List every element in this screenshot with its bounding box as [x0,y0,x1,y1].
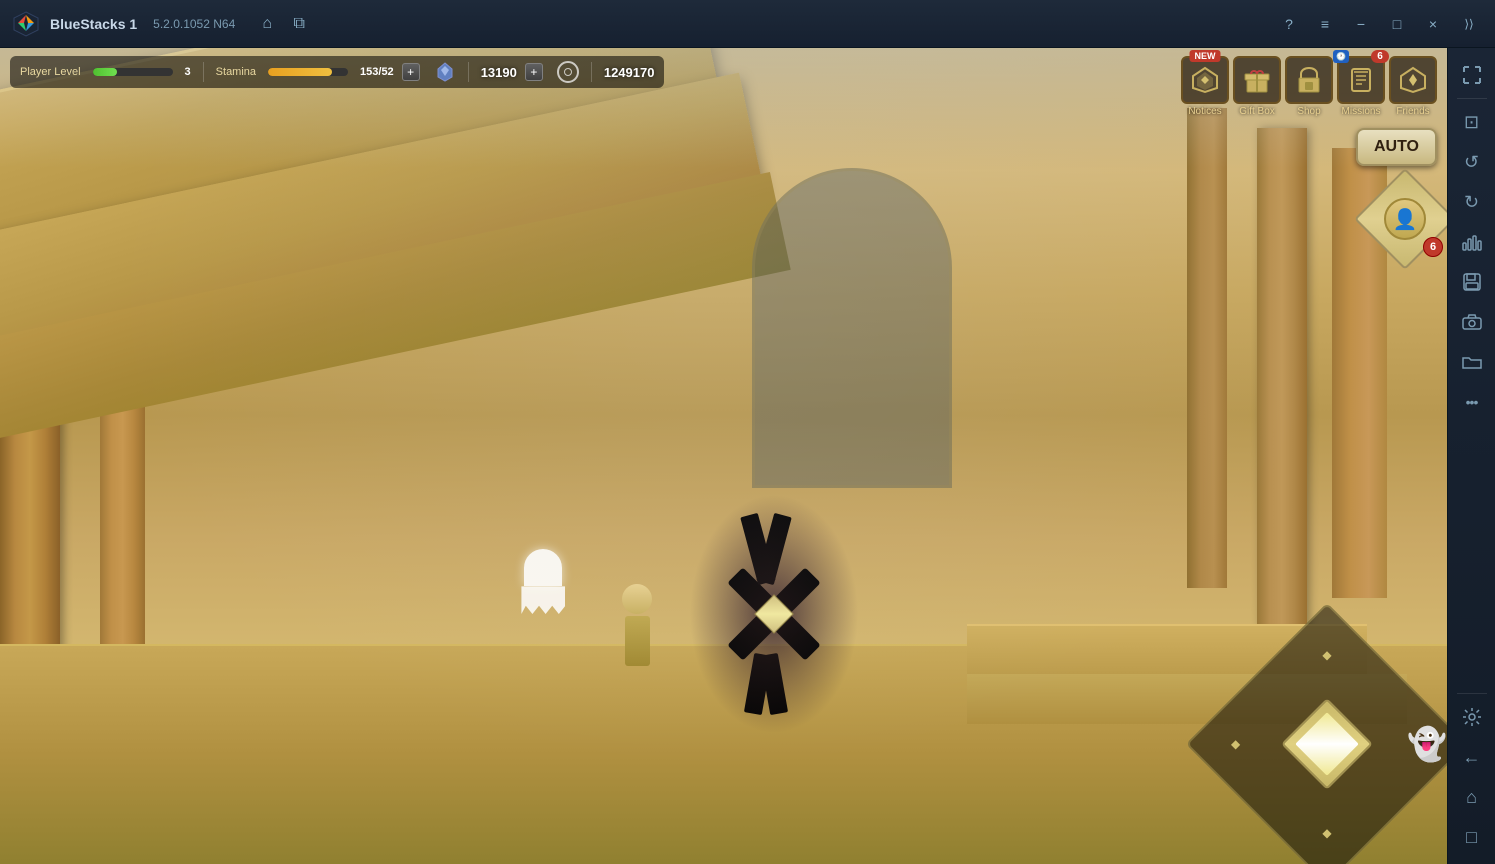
hud-top: Player Level 3 Stamina 153/52 + [0,48,1447,125]
notices-label: Notices [1188,106,1221,117]
camera-button[interactable] [1453,303,1491,341]
giftbox-button[interactable]: Gift Box [1233,56,1281,117]
stat-divider-3 [591,62,592,82]
notices-icon [1181,56,1229,104]
game-area[interactable]: Player Level 3 Stamina 153/52 + [0,48,1447,864]
recents-nav-button[interactable]: □ [1453,818,1491,856]
more-button[interactable]: ••• [1453,383,1491,421]
shop-label: Shop [1297,106,1320,117]
notices-button[interactable]: NEW Notices [1181,56,1229,117]
crystal-value: 13190 [481,65,517,80]
titlebar: BlueStacks 1 5.2.0.1052 N64 ⌂ ⧉ ? ≡ − □ … [0,0,1495,48]
crystal-icon [434,61,456,83]
controls-dpad: ◆ ◆ ◆ ◆ 👻 [1227,644,1427,844]
missions-icon [1337,56,1385,104]
friends-icon [1389,56,1437,104]
fullscreen-button[interactable] [1453,56,1491,94]
friends-button[interactable]: Friends [1389,56,1437,117]
folder-button[interactable] [1453,343,1491,381]
ghost-button[interactable]: 👻 [1407,725,1447,763]
menu-button[interactable]: ≡ [1311,10,1339,38]
main-character [622,584,652,664]
minimize-button[interactable]: − [1347,10,1375,38]
player-level-value: 3 [185,66,191,78]
dpad-top-indicator: ◆ [1322,648,1331,662]
app-version: 5.2.0.1052 N64 [153,17,235,31]
stamina-label: Stamina [216,66,256,78]
column-right-1 [1257,128,1307,628]
missions-count-badge: 6 [1371,50,1389,63]
shop-button[interactable]: Shop [1285,56,1333,117]
portal-x [709,514,839,714]
sidebar: ⊡ ↺ ↻ [1447,48,1495,864]
char-count-badge: 6 [1423,237,1443,257]
main-layout: Player Level 3 Stamina 153/52 + [0,48,1495,864]
target-icon [557,61,579,83]
help-button[interactable]: ? [1275,10,1303,38]
performance-button[interactable] [1453,223,1491,261]
back-nav-button[interactable]: ← [1453,738,1491,776]
stat-divider-2 [468,62,469,82]
multiinstance-button[interactable]: ⧉ [287,12,311,36]
dpad-bottom-indicator: ◆ [1322,826,1331,840]
close-button[interactable]: × [1419,10,1447,38]
friends-label: Friends [1396,106,1429,117]
bluestacks-logo [12,10,40,38]
maximize-button[interactable]: □ [1383,10,1411,38]
refresh-button[interactable]: ↻ [1453,183,1491,221]
screenshot-button[interactable]: ⊡ [1453,103,1491,141]
column-right-2 [1187,108,1227,588]
player-level-bar-fill [93,68,117,76]
giftbox-icon [1233,56,1281,104]
sidebar-toggle-button[interactable]: ⟩⟩ [1455,10,1483,38]
settings-button[interactable] [1453,698,1491,736]
arch-doorway [752,168,952,488]
player-level-label: Player Level [20,66,81,78]
notices-new-badge: NEW [1190,50,1221,62]
giftbox-label: Gift Box [1239,106,1275,117]
player-level-bar [93,68,173,76]
home-nav-button[interactable]: ⌂ [1453,778,1491,816]
app-name: BlueStacks 1 [50,16,137,32]
missions-label: Missions [1342,106,1381,117]
hud-top-right: NEW Notices [1181,56,1437,117]
missions-clock-icon: 🕐 [1333,50,1349,63]
missions-button[interactable]: 🕐 6 Missions [1337,56,1385,117]
gold-value: 1249170 [604,65,655,80]
stamina-value: 153/52 [360,66,394,78]
home-button[interactable]: ⌂ [255,12,279,36]
crystal-add-button[interactable]: + [525,63,543,81]
ghost-character [521,549,566,614]
stat-divider-1 [203,62,204,82]
shop-icon [1285,56,1333,104]
history-button[interactable]: ↺ [1453,143,1491,181]
player-stats-panel: Player Level 3 Stamina 153/52 + [10,56,664,88]
stamina-bar-fill [268,68,332,76]
auto-button[interactable]: AUTO [1356,128,1437,166]
sidebar-divider-2 [1457,693,1487,694]
character-diamond-button[interactable]: 👤 6 [1369,183,1439,253]
save-button[interactable] [1453,263,1491,301]
stamina-add-button[interactable]: + [402,63,420,81]
stamina-bar [268,68,348,76]
dpad-left-indicator: ◆ [1231,737,1240,751]
sidebar-divider-1 [1457,98,1487,99]
